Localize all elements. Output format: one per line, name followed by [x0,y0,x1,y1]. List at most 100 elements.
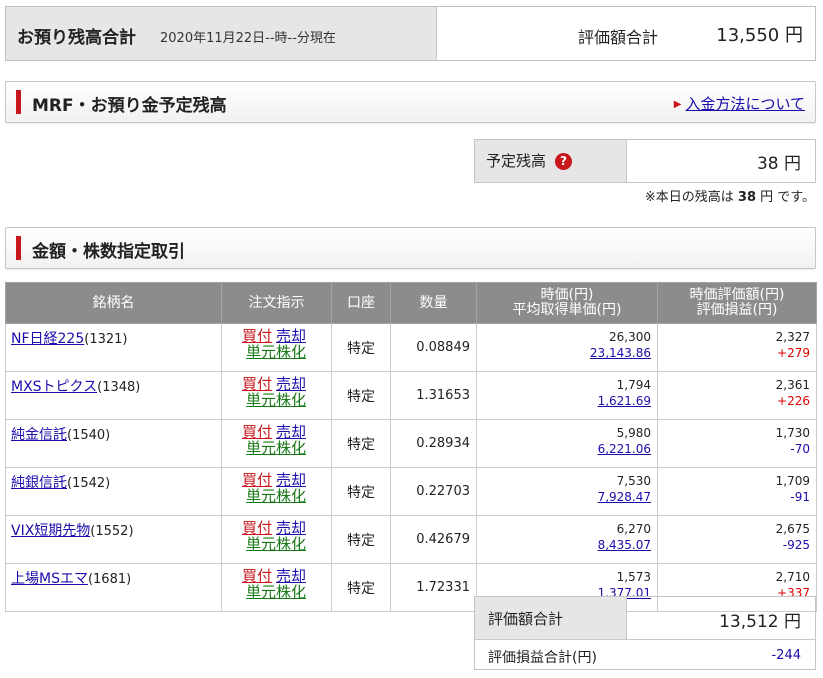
cell-order: 買付 売却 単元株化 [221,323,332,372]
mrf-section-title: MRF・お預り金予定残高 [32,96,227,116]
profit-loss: -70 [790,442,810,456]
security-link[interactable]: NF日経225 [11,331,84,347]
cell-order: 買付 売却 単元株化 [221,371,332,420]
cell-value: 1,730 -70 [657,419,817,468]
cell-order: 買付 売却 単元株化 [221,563,332,612]
total-valuation-value: 13,550 円 [716,25,803,46]
profit-loss: +279 [777,346,810,360]
profit-loss-total-label: 評価損益合計(円) [488,650,597,666]
valuation-total-value: 13,512 円 [719,612,801,632]
security-code: (1552) [90,524,134,539]
scheduled-balance-box: 予定残高? 38 円 [474,139,816,183]
table-header-row: 銘柄名 注文指示 口座 数量 時価(円) 平均取得単価(円) 時価評価額(円) 評価… [5,282,817,324]
valuation-summary-box: 評価額合計 13,512 円 評価損益合計(円) -244 [474,596,816,670]
total-valuation-label: 評価額合計 [578,28,659,47]
profit-loss: -925 [782,538,810,552]
cell-price: 26,300 23,143.86 [476,323,658,372]
valuation-total-row: 評価額合計 13,512 円 [475,597,815,640]
today-balance-suffix: 円 です。 [760,190,815,205]
balance-title-cell: お預り残高合計 2020年11月22日--時--分現在 [6,7,437,60]
market-price: 5,980 [616,426,651,440]
cell-quantity: 0.08849 [390,323,477,372]
security-code: (1321) [84,332,128,347]
col-header-price: 時価(円) 平均取得単価(円) [476,282,658,324]
balance-summary-box: お預り残高合計 2020年11月22日--時--分現在 評価額合計 13,550… [5,6,816,61]
table-row: 純金信託(1540) 買付 売却 単元株化 特定 0.28934 5,980 6,22… [5,419,817,468]
security-link[interactable]: 純金信託 [11,427,67,443]
col-header-name: 銘柄名 [5,282,222,324]
market-value: 2,675 [775,522,810,536]
deposit-method-link-label: 入金方法について [685,95,805,113]
avg-cost-link[interactable]: 8,435.07 [598,538,651,552]
cell-account: 特定 [331,371,391,420]
col-header-price-line1: 時価(円) [540,287,594,303]
market-value: 2,710 [775,570,810,584]
section-accent-bar [16,236,21,260]
cell-value: 2,327 +279 [657,323,817,372]
cell-name: 純銀信託(1542) [5,467,222,516]
avg-cost-link[interactable]: 23,143.86 [590,346,651,360]
market-value: 2,361 [775,378,810,392]
cell-quantity: 1.72331 [390,563,477,612]
today-balance-prefix: ※本日の残高は [644,190,734,205]
col-header-value-line2: 評価損益(円) [696,302,778,318]
valuation-total-label: 評価額合計 [475,597,627,639]
market-price: 6,270 [616,522,651,536]
cell-name: 上場MSエマ(1681) [5,563,222,612]
profit-loss-total-value: -244 [771,648,801,663]
triangle-right-icon: ▶ [673,99,682,110]
col-header-price-line2: 平均取得単価(円) [512,302,622,318]
cell-name: 純金信託(1540) [5,419,222,468]
cell-name: MXSトピクス(1348) [5,371,222,420]
cell-order: 買付 売却 単元株化 [221,515,332,564]
table-row: VIX短期先物(1552) 買付 売却 単元株化 特定 0.42679 6,270 8… [5,515,817,564]
cell-value: 2,361 +226 [657,371,817,420]
avg-cost-link[interactable]: 6,221.06 [598,442,651,456]
cell-order: 買付 売却 単元株化 [221,419,332,468]
profit-loss-total-row: 評価損益合計(円) -244 [475,640,815,670]
cell-order: 買付 売却 単元株化 [221,467,332,516]
tangen-button[interactable]: 単元株化 [246,343,306,361]
tangen-button[interactable]: 単元株化 [246,487,306,505]
market-price: 26,300 [609,330,651,344]
security-code: (1542) [67,476,111,491]
today-balance-note: ※本日の残高は 38 円 です。 [645,186,815,205]
cell-quantity: 0.22703 [390,467,477,516]
col-header-account: 口座 [331,282,391,324]
tangen-button[interactable]: 単元株化 [246,439,306,457]
tangen-button[interactable]: 単元株化 [246,535,306,553]
tangen-button[interactable]: 単元株化 [246,391,306,409]
table-row: MXSトピクス(1348) 買付 売却 単元株化 特定 1.31653 1,794 1… [5,371,817,420]
cell-price: 7,530 7,928.47 [476,467,658,516]
cell-price: 1,794 1,621.69 [476,371,658,420]
help-icon[interactable]: ? [555,153,573,170]
scheduled-balance-label: 予定残高 [486,152,547,170]
cell-quantity: 0.28934 [390,419,477,468]
cell-account: 特定 [331,467,391,516]
cell-account: 特定 [331,563,391,612]
market-price: 7,530 [616,474,651,488]
market-price: 1,794 [616,378,651,392]
scheduled-balance-value: 38 円 [756,154,801,174]
security-link[interactable]: 純銀信託 [11,475,67,491]
market-value: 1,730 [775,426,810,440]
mrf-section-header: MRF・お預り金予定残高 ▶ 入金方法について [5,81,816,123]
security-code: (1348) [97,380,141,395]
table-row: NF日経225(1321) 買付 売却 単元株化 特定 0.08849 26,300… [5,323,817,372]
table-row: 純銀信託(1542) 買付 売却 単元株化 特定 0.22703 7,530 7,92… [5,467,817,516]
cell-name: NF日経225(1321) [5,323,222,372]
col-header-value-line1: 時価評価額(円) [689,287,785,303]
section-accent-bar [16,90,21,114]
deposit-method-link[interactable]: ▶ 入金方法について [674,93,805,114]
security-link[interactable]: MXSトピクス [11,379,97,395]
cell-price: 6,270 8,435.07 [476,515,658,564]
col-header-value: 時価評価額(円) 評価損益(円) [657,282,817,324]
security-link[interactable]: 上場MSエマ [11,571,88,587]
tangen-button[interactable]: 単元株化 [246,583,306,601]
page-title: お預り残高合計 [17,28,136,48]
cell-account: 特定 [331,515,391,564]
avg-cost-link[interactable]: 7,928.47 [598,490,651,504]
security-link[interactable]: VIX短期先物 [11,523,90,539]
avg-cost-link[interactable]: 1,621.69 [598,394,651,408]
cell-value: 1,709 -91 [657,467,817,516]
